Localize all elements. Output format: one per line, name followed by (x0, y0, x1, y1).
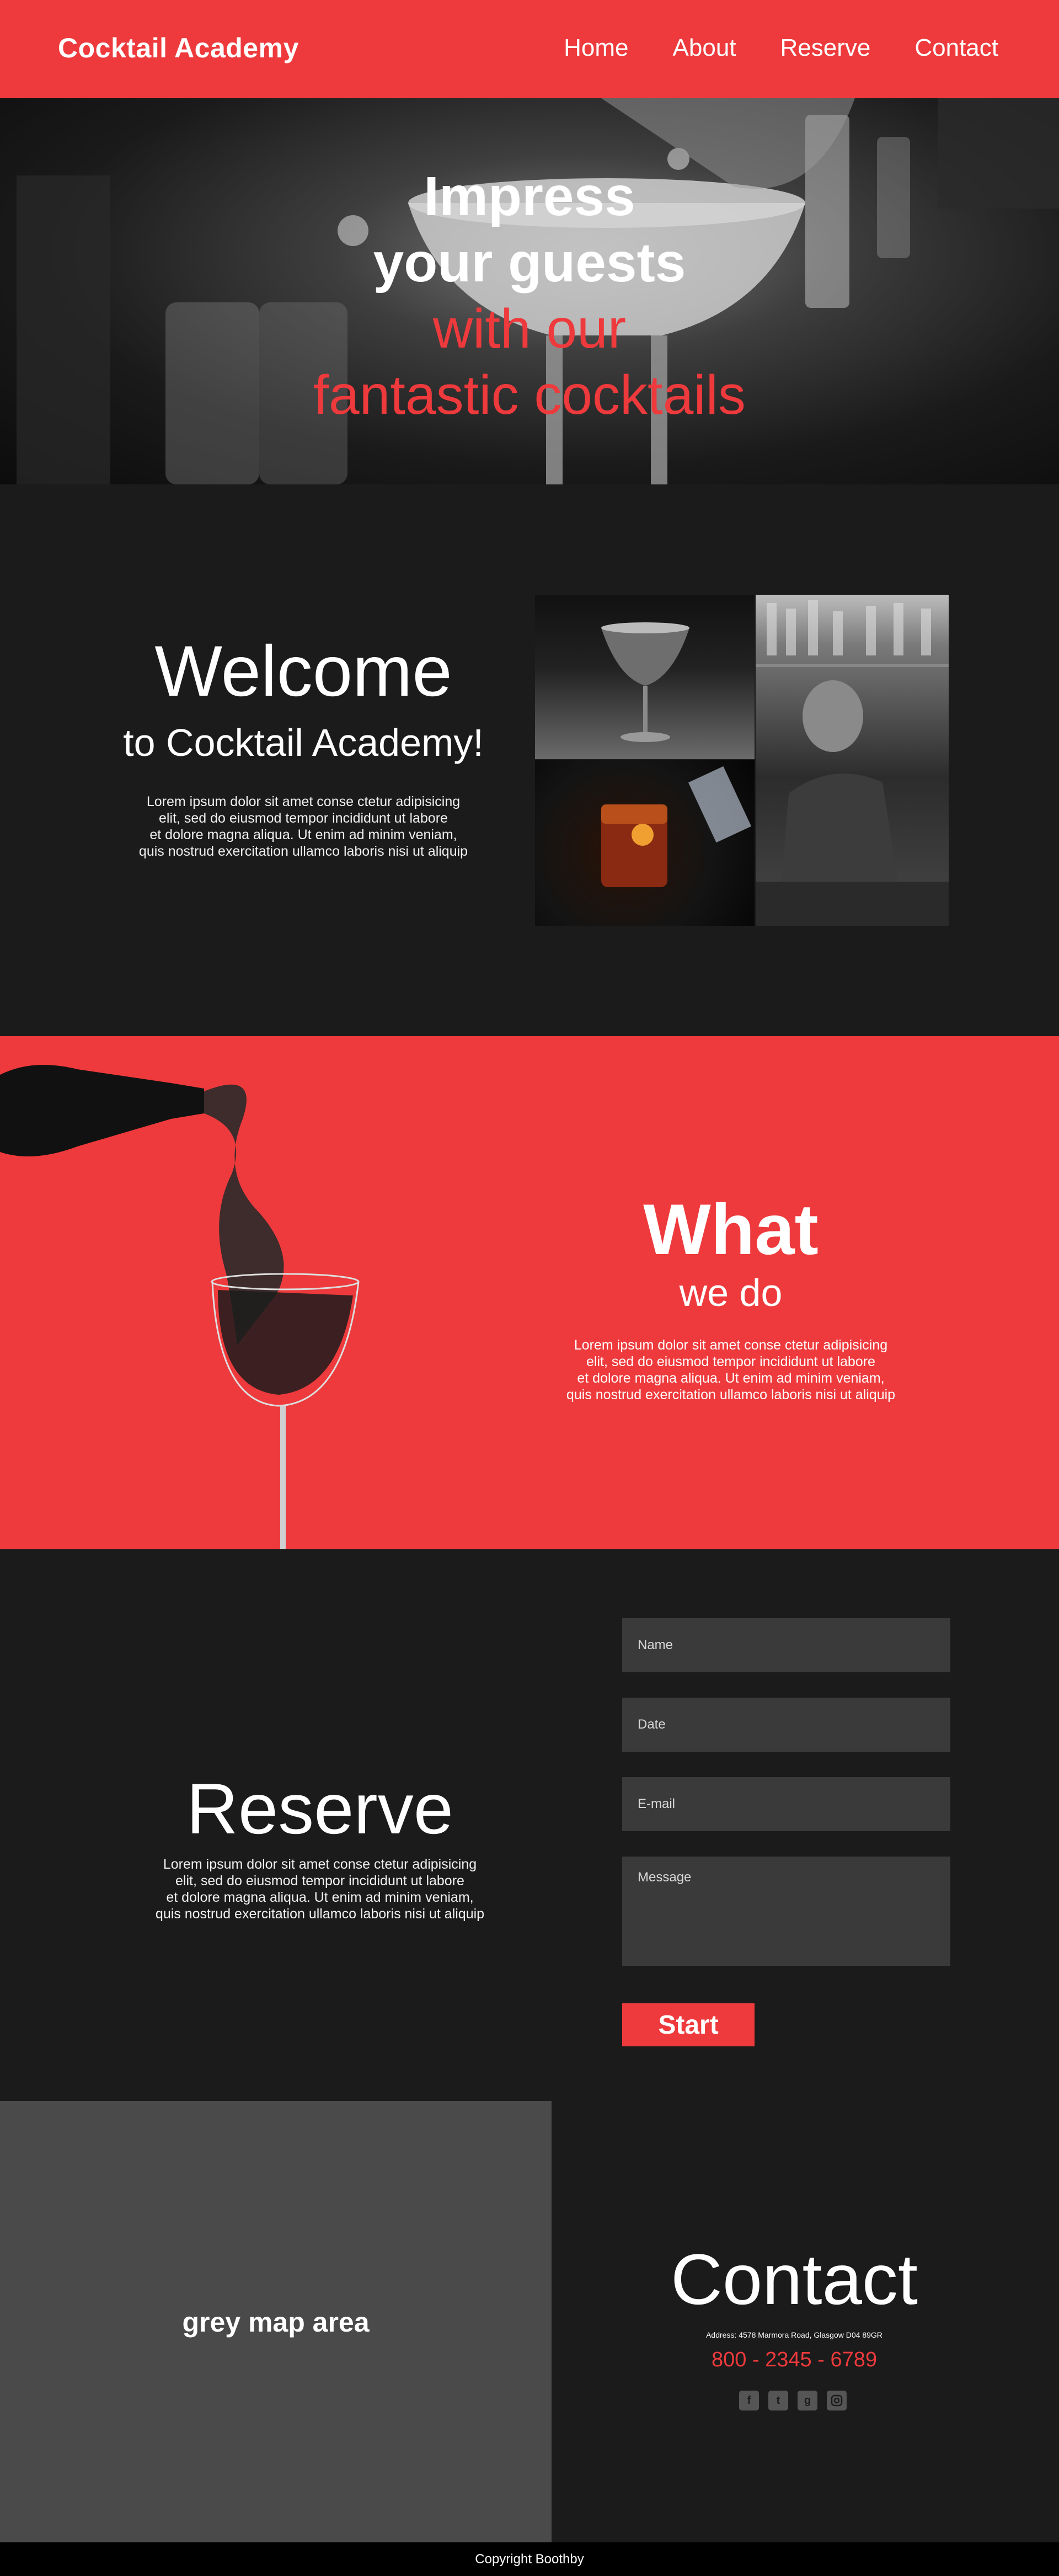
copyright-text: Copyright Boothby (475, 2552, 584, 2567)
hero-line-3: with our (432, 298, 627, 360)
map-label: grey map area (182, 2307, 370, 2338)
welcome-text-block: Welcome to Cocktail Academy! Lorem ipsum… (99, 632, 507, 860)
welcome-subtitle: to Cocktail Academy! (123, 721, 484, 764)
hero-line-4: fantastic cocktails (313, 364, 746, 426)
site-footer: Copyright Boothby (0, 2542, 1059, 2576)
reserve-body: Lorem ipsum dolor sit amet conse ctetur … (155, 1857, 485, 1922)
start-button[interactable]: Start (622, 2003, 755, 2046)
what-title: What (643, 1189, 819, 1270)
message-textarea[interactable] (622, 1857, 950, 1966)
main-nav: Home About Reserve Contact (564, 34, 998, 62)
what-subtitle: we do (679, 1271, 783, 1314)
google-plus-icon[interactable]: g (798, 2391, 817, 2410)
hero-line-1: Impress (424, 166, 635, 227)
old-fashioned-photo (535, 760, 755, 926)
contact-address: Address: 4578 Marmora Road, Glasgow D04 … (706, 2330, 882, 2339)
hero-headline: Impress your guests with our fantastic c… (0, 163, 1059, 428)
facebook-icon[interactable]: f (739, 2391, 759, 2410)
hero-line-2: your guests (373, 232, 686, 294)
instagram-icon[interactable] (827, 2391, 847, 2410)
social-links: f t g (739, 2391, 847, 2410)
nav-reserve-link[interactable]: Reserve (780, 34, 871, 62)
welcome-section: Welcome to Cocktail Academy! Lorem ipsum… (0, 484, 1059, 1036)
what-text-block: What we do Lorem ipsum dolor sit amet co… (524, 1193, 938, 1403)
date-input[interactable] (622, 1698, 950, 1752)
hero-banner: Impress your guests with our fantastic c… (0, 98, 1059, 484)
nav-home-link[interactable]: Home (564, 34, 628, 62)
what-body: Lorem ipsum dolor sit amet conse ctetur … (566, 1337, 896, 1402)
reservation-form: Start (622, 1618, 950, 2046)
name-input[interactable] (622, 1618, 950, 1672)
contact-title: Contact (670, 2239, 918, 2319)
what-we-do-section: What we do Lorem ipsum dolor sit amet co… (0, 1036, 1059, 1549)
map-placeholder[interactable]: grey map area (0, 2101, 552, 2542)
brand-logo[interactable]: Cocktail Academy (58, 32, 299, 64)
welcome-title: Welcome (154, 631, 452, 711)
reserve-text-block: Reserve Lorem ipsum dolor sit amet conse… (113, 1770, 527, 1922)
martini-glass-photo (535, 595, 755, 759)
welcome-body: Lorem ipsum dolor sit amet conse ctetur … (138, 794, 468, 859)
site-header: Cocktail Academy Home About Reserve Cont… (0, 0, 1059, 98)
contact-section: Contact Address: 4578 Marmora Road, Glas… (552, 2101, 1059, 2542)
email-input[interactable] (622, 1777, 950, 1831)
reserve-section: Reserve Lorem ipsum dolor sit amet conse… (0, 1549, 1059, 2101)
contact-phone[interactable]: 800 - 2345 - 6789 (552, 2348, 1037, 2372)
photo-gallery (535, 595, 949, 926)
reserve-title: Reserve (186, 1768, 454, 1849)
bartender-photo (756, 595, 949, 926)
twitter-icon[interactable]: t (768, 2391, 788, 2410)
nav-contact-link[interactable]: Contact (914, 34, 998, 62)
wine-pour-image (0, 1065, 360, 1549)
nav-about-link[interactable]: About (673, 34, 736, 62)
